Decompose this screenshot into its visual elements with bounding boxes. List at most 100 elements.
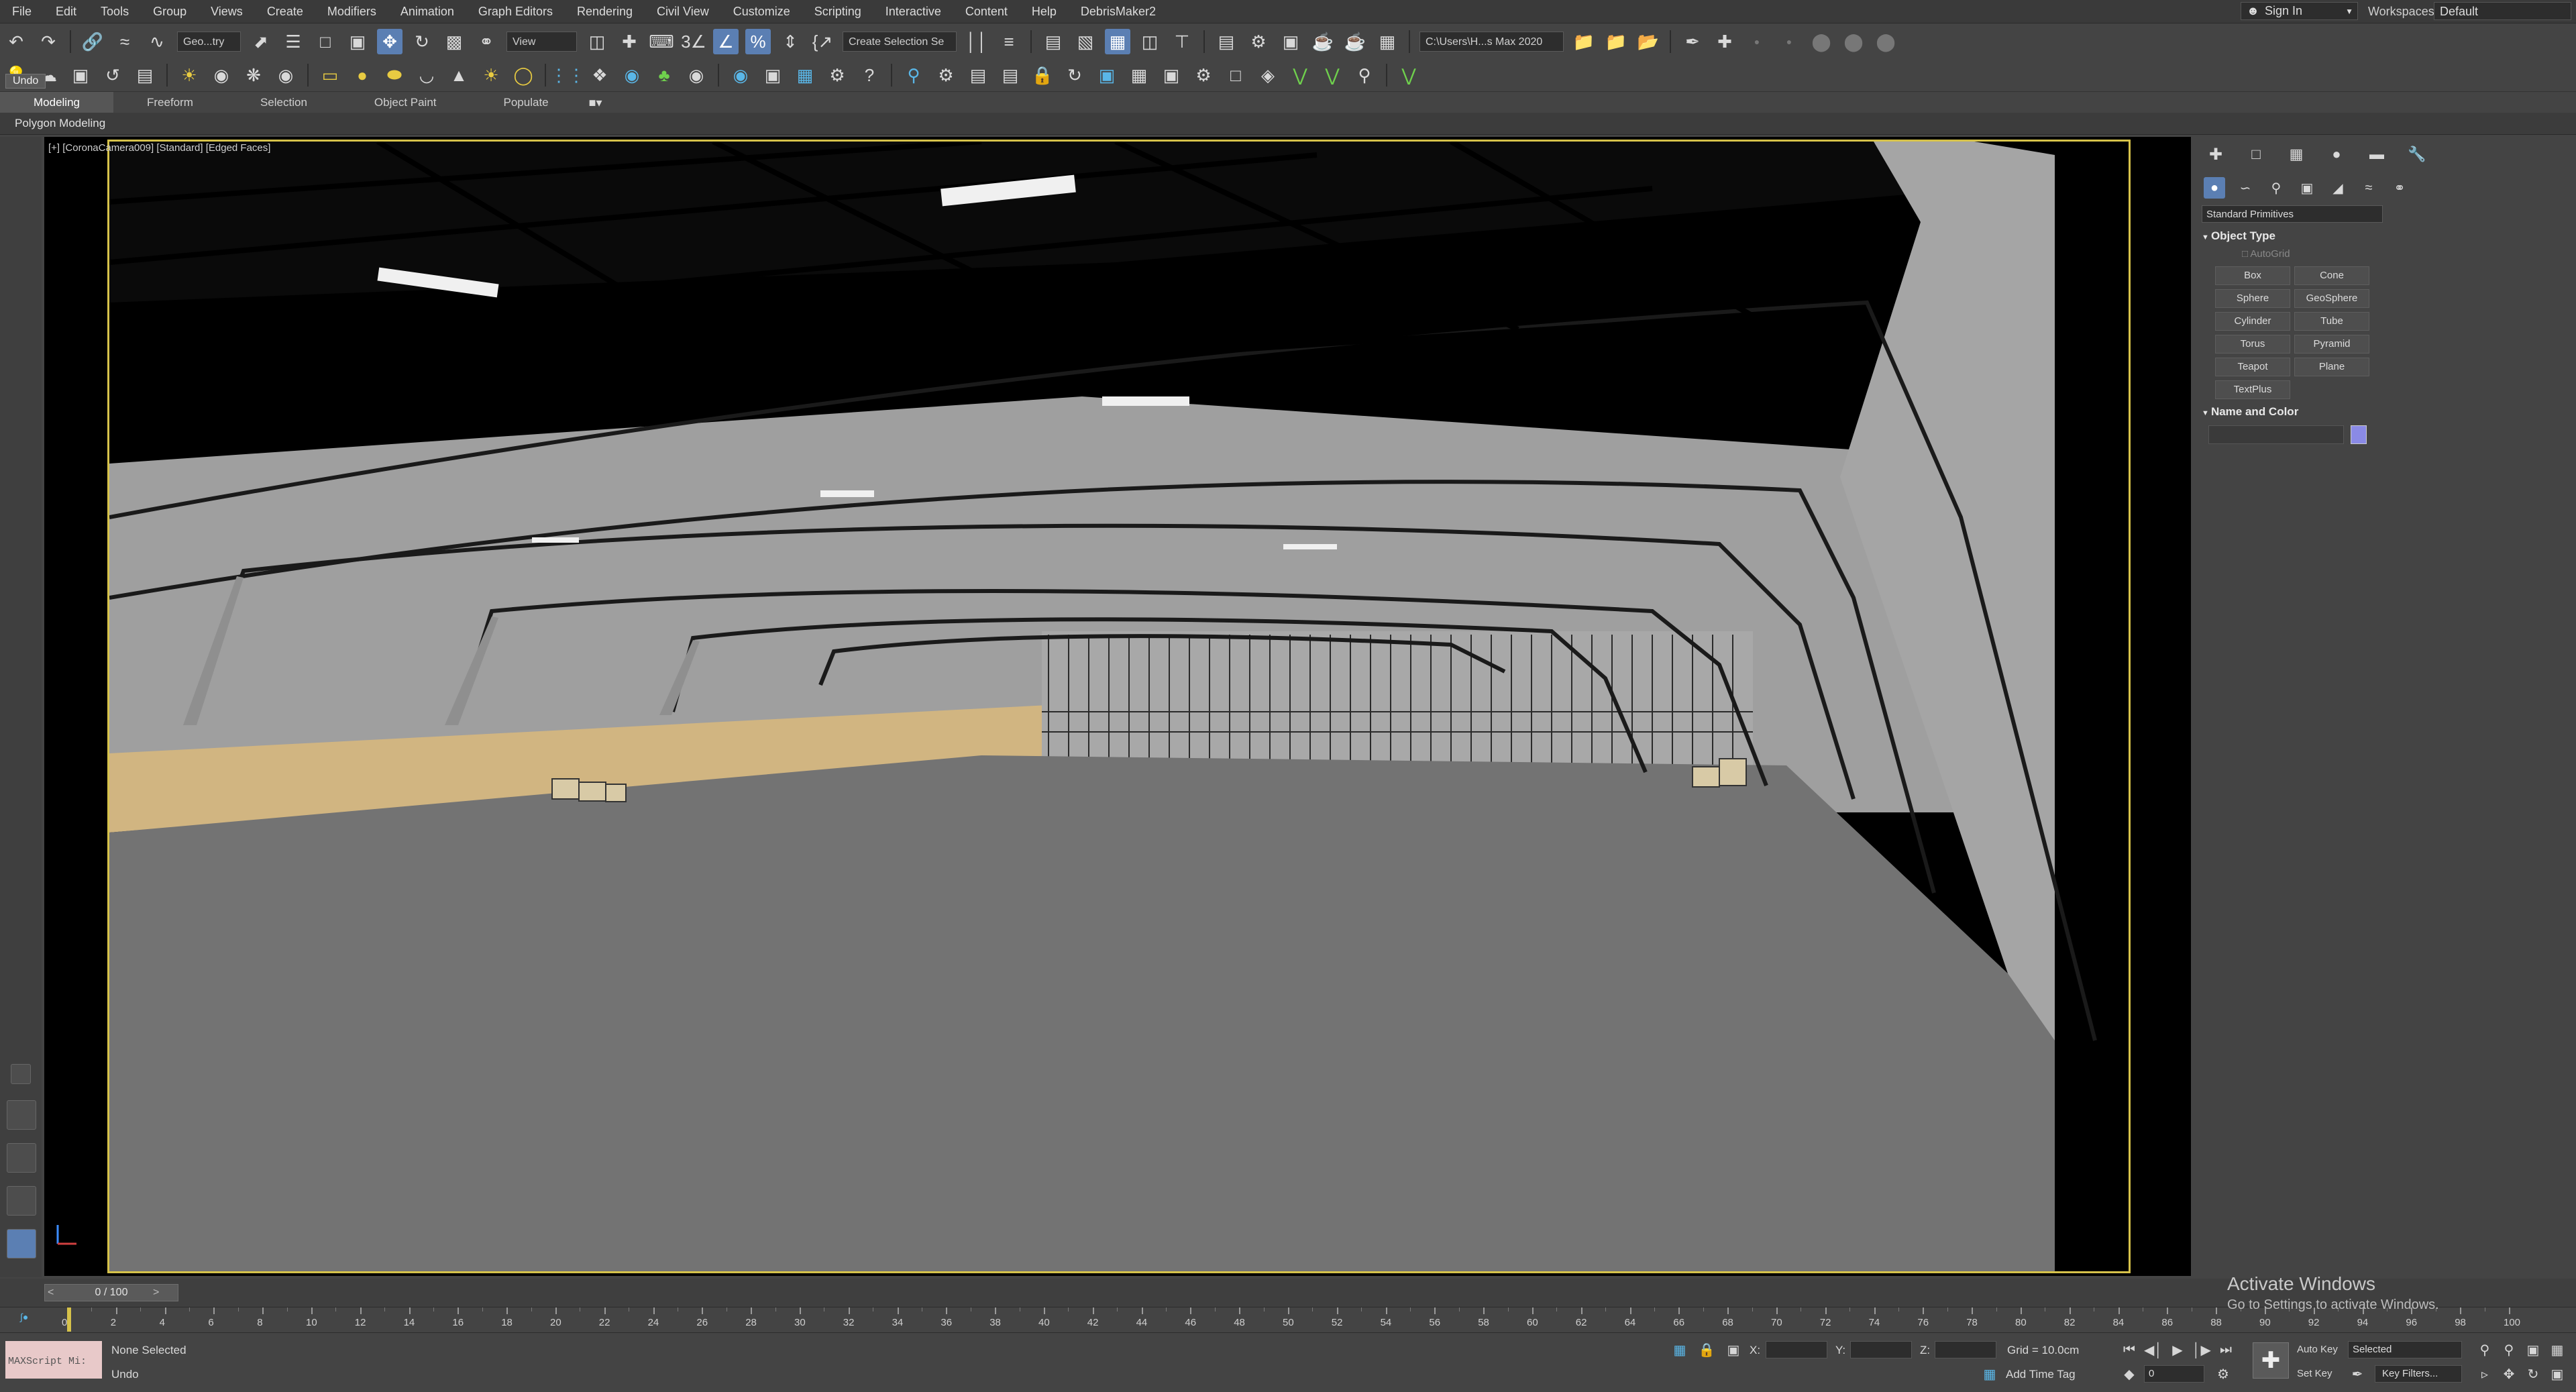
paint-tool-icon[interactable]: ✒ [1680, 29, 1705, 54]
menu-tools[interactable]: Tools [89, 0, 141, 23]
pyramid-button[interactable]: Pyramid [2294, 335, 2369, 354]
marker-icon[interactable]: ⚲ [901, 62, 926, 88]
angle-snap-icon[interactable]: ∠ [713, 29, 739, 54]
tab-populate[interactable]: Populate [470, 92, 582, 113]
scatter-icon[interactable]: ❋ [241, 62, 266, 88]
render-iterative-icon[interactable]: ☕ [1342, 29, 1368, 54]
create-tab-icon[interactable]: ✚ [2204, 144, 2228, 165]
tube-button[interactable]: Tube [2294, 312, 2369, 331]
auto-key-button[interactable]: Auto Key [2297, 1344, 2338, 1355]
set-key-big-button[interactable]: ✚ [2253, 1342, 2289, 1379]
view-icon[interactable]: ▣ [1094, 62, 1120, 88]
sun-icon[interactable]: ☀ [478, 62, 504, 88]
frame-icon[interactable]: ▤ [132, 62, 158, 88]
select-by-name-icon[interactable]: ☰ [280, 29, 306, 54]
schematic-view-icon[interactable]: ⊤ [1169, 29, 1195, 54]
tab-object-paint[interactable]: Object Paint [341, 92, 470, 113]
layout-tab-2[interactable] [7, 1143, 36, 1173]
autogrid-checkbox[interactable]: □ AutoGrid [2242, 248, 2557, 260]
curve-editor-icon[interactable]: ◫ [1137, 29, 1163, 54]
gear-icon[interactable]: ⚙ [933, 62, 959, 88]
rendered-frame-window-icon[interactable]: ▣ [1278, 29, 1303, 54]
menu-interactive[interactable]: Interactive [873, 0, 953, 23]
lights-icon[interactable]: ⚲ [2265, 177, 2287, 199]
menu-scripting[interactable]: Scripting [802, 0, 873, 23]
select-scale-icon[interactable]: ▩ [441, 29, 467, 54]
scene-explorer-icon[interactable]: ▤ [1040, 29, 1066, 54]
bulb-icon[interactable]: ⚲ [1352, 62, 1377, 88]
menu-views[interactable]: Views [199, 0, 255, 23]
shapes-icon[interactable]: ∽ [2235, 177, 2256, 199]
object-color-swatch[interactable] [2351, 425, 2367, 444]
material-editor-icon[interactable]: ▤ [1214, 29, 1239, 54]
image-icon[interactable]: ▣ [68, 62, 93, 88]
fov-icon[interactable]: ▹ [2475, 1365, 2494, 1383]
tab-modeling[interactable]: Modeling [0, 92, 113, 113]
undo-icon[interactable]: ↶ [3, 29, 29, 54]
align-icon[interactable]: ≡ [996, 29, 1022, 54]
globe-icon[interactable]: ◉ [728, 62, 753, 88]
previous-frame-icon[interactable]: ◀│ [2144, 1341, 2163, 1358]
render-setup-icon[interactable]: ⚙ [1246, 29, 1271, 54]
layout-tab-1[interactable] [7, 1100, 36, 1130]
menu-rendering[interactable]: Rendering [565, 0, 645, 23]
pattern-icon[interactable]: ❖ [587, 62, 612, 88]
spacewarps-icon[interactable]: ≈ [2358, 177, 2379, 199]
chevron-double-down-icon[interactable]: ⋁ [1396, 62, 1421, 88]
car-icon[interactable]: ◈ [1255, 62, 1281, 88]
cameras-icon[interactable]: ▣ [2296, 177, 2318, 199]
rotate-view-icon[interactable]: ↺ [100, 62, 125, 88]
lock-icon[interactable]: 🔒 [1030, 62, 1055, 88]
menu-file[interactable]: File [0, 0, 44, 23]
help-icon[interactable]: ? [857, 62, 882, 88]
polygon-modeling-label[interactable]: Polygon Modeling [0, 117, 105, 130]
select-move-icon[interactable]: ✥ [377, 29, 402, 54]
frame-view-icon[interactable]: ▣ [1159, 62, 1184, 88]
render-icon[interactable]: ▦ [792, 62, 818, 88]
toggle-ribbon-icon[interactable]: ▦ [1105, 29, 1130, 54]
key-mode-icon[interactable]: ◆ [2120, 1365, 2139, 1383]
add-time-tag[interactable]: Add Time Tag [2006, 1368, 2076, 1381]
helpers-icon[interactable]: ◢ [2327, 177, 2349, 199]
chevron-down-icon[interactable]: ⋁ [1320, 62, 1345, 88]
tool-icon[interactable]: ⚙ [1191, 62, 1216, 88]
isolate-selection-icon[interactable]: ▦ [1670, 1341, 1689, 1358]
zoom-extents-all-icon[interactable]: ▦ [2548, 1341, 2567, 1358]
torus-button[interactable]: Torus [2215, 335, 2290, 354]
box-button[interactable]: Box [2215, 266, 2290, 285]
zoom-icon[interactable]: ⚲ [2475, 1341, 2494, 1358]
curve-editor-mini-icon[interactable]: ∫● [20, 1311, 28, 1322]
keyboard-shortcut-icon[interactable]: ⌨ [649, 29, 674, 54]
name-color-title[interactable]: ▼ Name and Color [2202, 405, 2557, 419]
goto-start-icon[interactable]: ⏮ [2120, 1341, 2139, 1358]
pivot-center-icon[interactable]: ◫ [584, 29, 610, 54]
light-bulb-icon[interactable]: ☀ [176, 62, 202, 88]
geometry-icon[interactable]: ● [2204, 177, 2225, 199]
time-tag-icon[interactable]: ▦ [1980, 1365, 1999, 1383]
menu-content[interactable]: Content [953, 0, 1020, 23]
disk-light-icon[interactable]: ⬬ [382, 62, 407, 88]
selection-filter-dropdown[interactable]: Geo...try [177, 32, 241, 52]
orbit-icon[interactable]: ↻ [2524, 1365, 2542, 1383]
chevron-double-down-icon[interactable]: ⋁ [1287, 62, 1313, 88]
link-icon[interactable]: 🔗 [80, 29, 105, 54]
edit-named-selection-icon[interactable]: {↗ [810, 29, 835, 54]
open-explorer-icon[interactable]: 📁 [1603, 29, 1629, 54]
rectangular-selection-icon[interactable]: □ [313, 29, 338, 54]
layout-tab-3[interactable] [7, 1186, 36, 1216]
z-coordinate-field[interactable] [1935, 1341, 1996, 1358]
time-marker[interactable] [67, 1307, 71, 1332]
sky-icon[interactable]: ◯ [511, 62, 536, 88]
workspace-dropdown[interactable]: Default [2434, 2, 2571, 20]
key-filters-button[interactable]: Key Filters... [2375, 1365, 2462, 1383]
time-slider-track[interactable]: < 0 / 100 > [0, 1279, 2576, 1307]
menu-animation[interactable]: Animation [388, 0, 466, 23]
scatter-tool-icon[interactable]: ⋮⋮ [550, 62, 585, 88]
timeline-ruler[interactable]: ∫● 0 2 4 6 8 10 12 14 16 18 20 22 24 26 28 30 32 34 36 38 40… [0, 1307, 2576, 1333]
layer-explorer-icon[interactable]: ▧ [1073, 29, 1098, 54]
snap-plugin-icon[interactable]: ✚ [1712, 29, 1737, 54]
time-config-icon[interactable]: ⚙ [2214, 1365, 2233, 1383]
tab-freeform[interactable]: Freeform [113, 92, 227, 113]
select-manipulate-icon[interactable]: ✚ [616, 29, 642, 54]
cone-button[interactable]: Cone [2294, 266, 2369, 285]
